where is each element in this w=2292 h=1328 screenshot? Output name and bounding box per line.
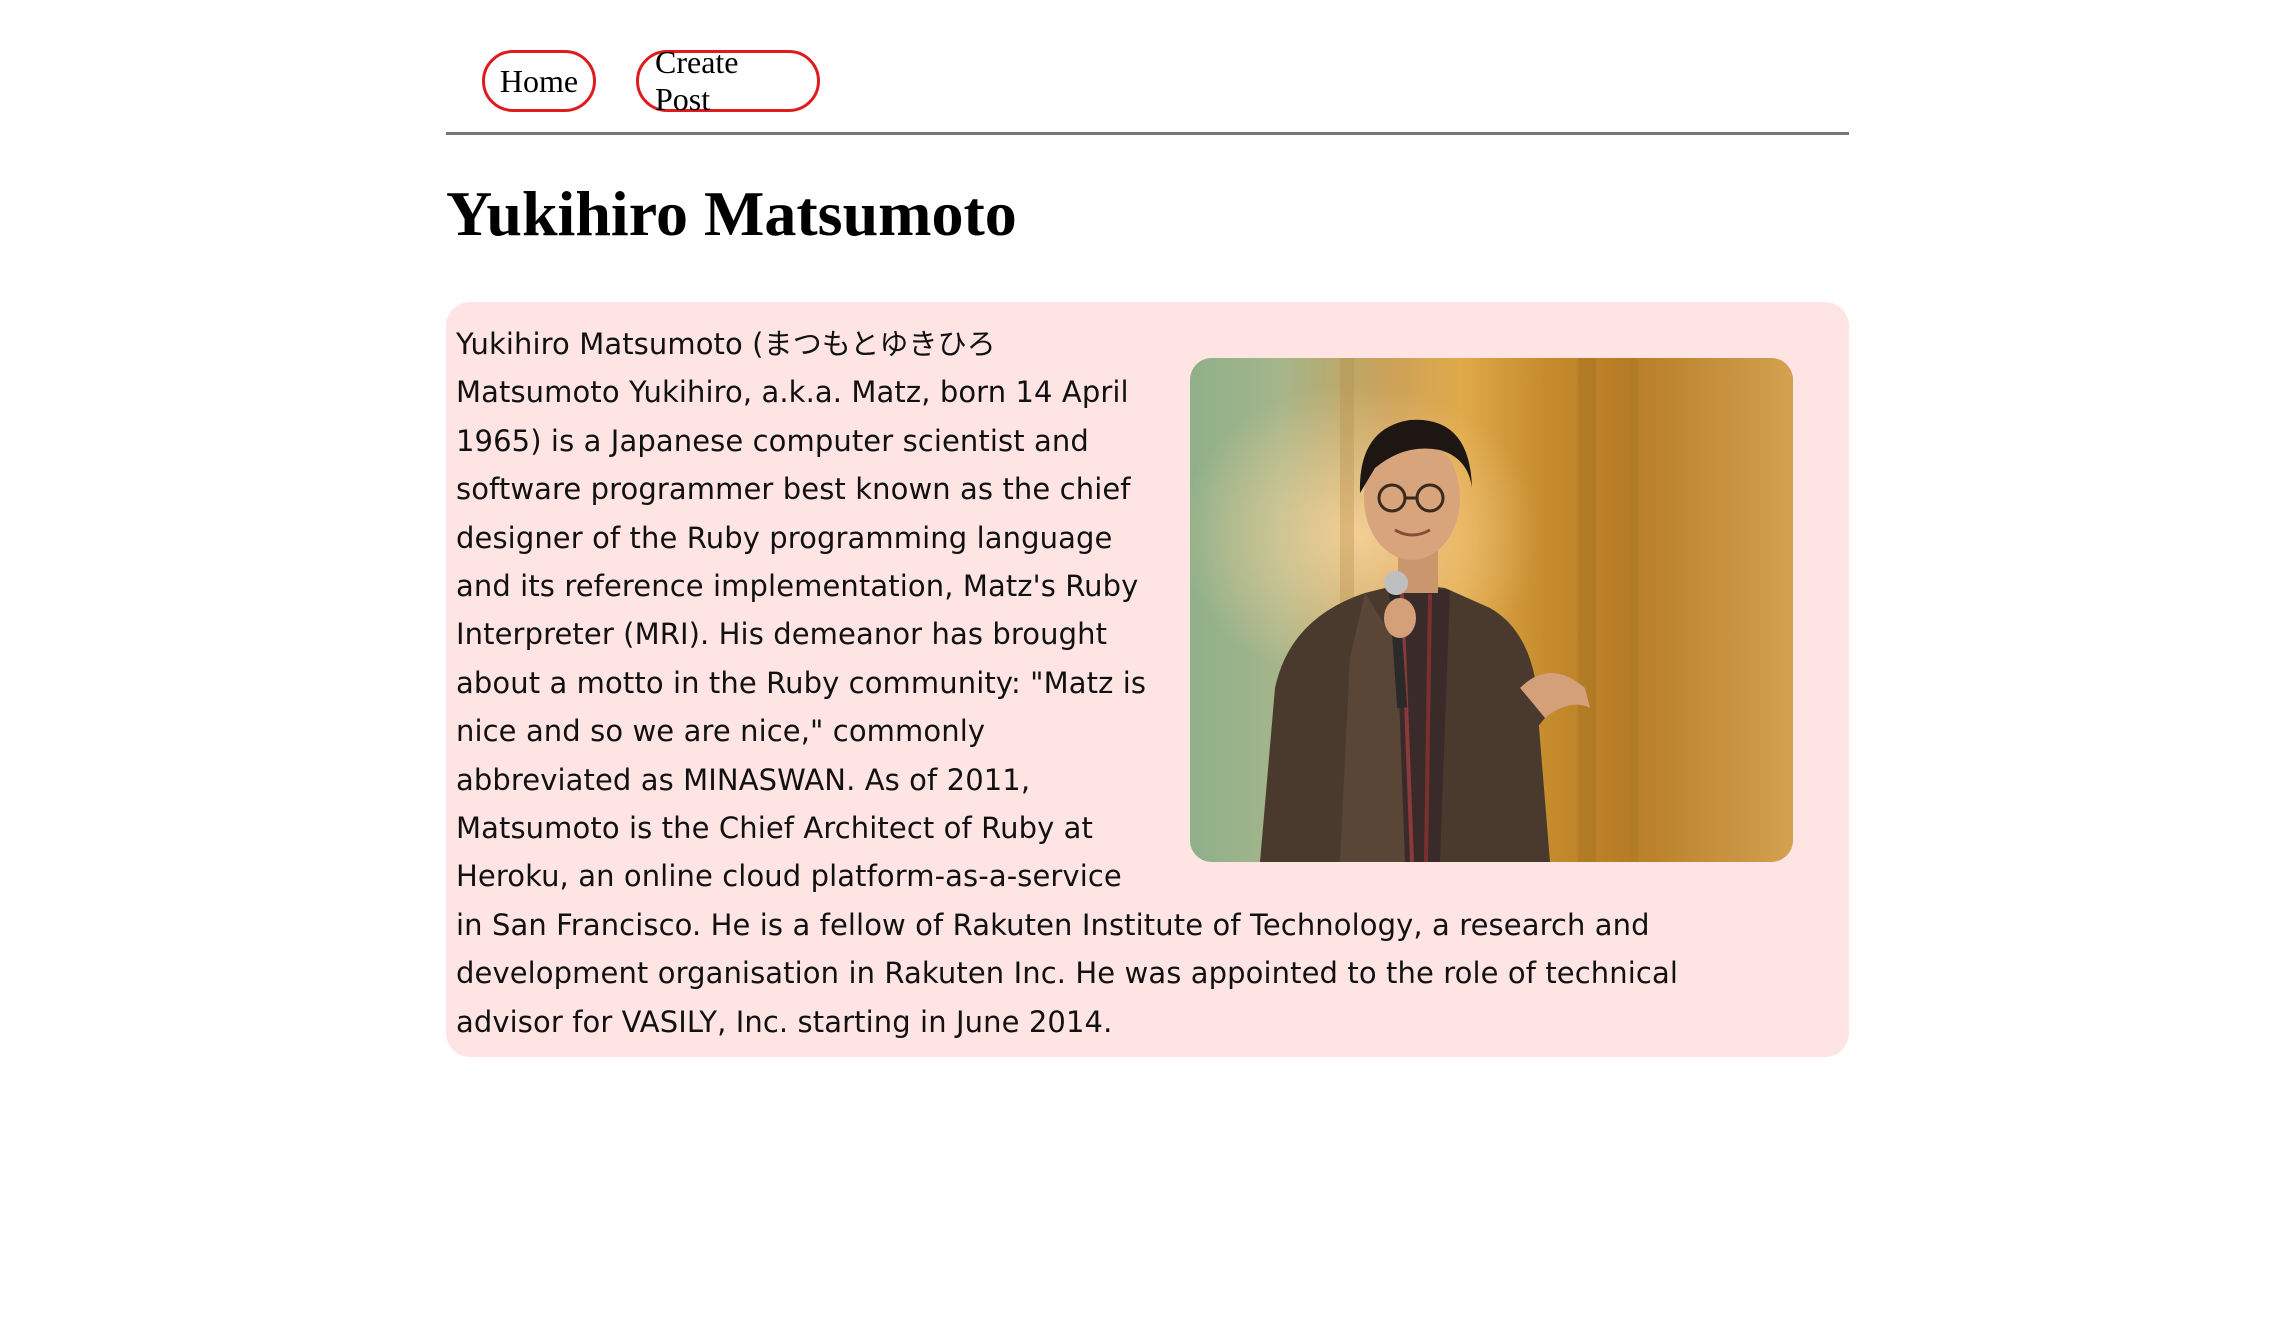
portrait-image (1190, 358, 1793, 862)
top-nav: Home Create Post (446, 0, 1849, 135)
page-title: Yukihiro Matsumoto (446, 178, 1017, 249)
bio-photo (1190, 358, 1793, 862)
page: Home Create Post Yukihiro Matsumoto Yuki… (0, 0, 2292, 1328)
bio-card: Yukihiro Matsumoto (まつもとゆきひろ Matsumoto Y… (446, 302, 1849, 1057)
home-button[interactable]: Home (482, 50, 596, 112)
main-container: Home Create Post Yukihiro Matsumoto Yuki… (446, 0, 1849, 1057)
create-post-button[interactable]: Create Post (636, 44, 820, 117)
